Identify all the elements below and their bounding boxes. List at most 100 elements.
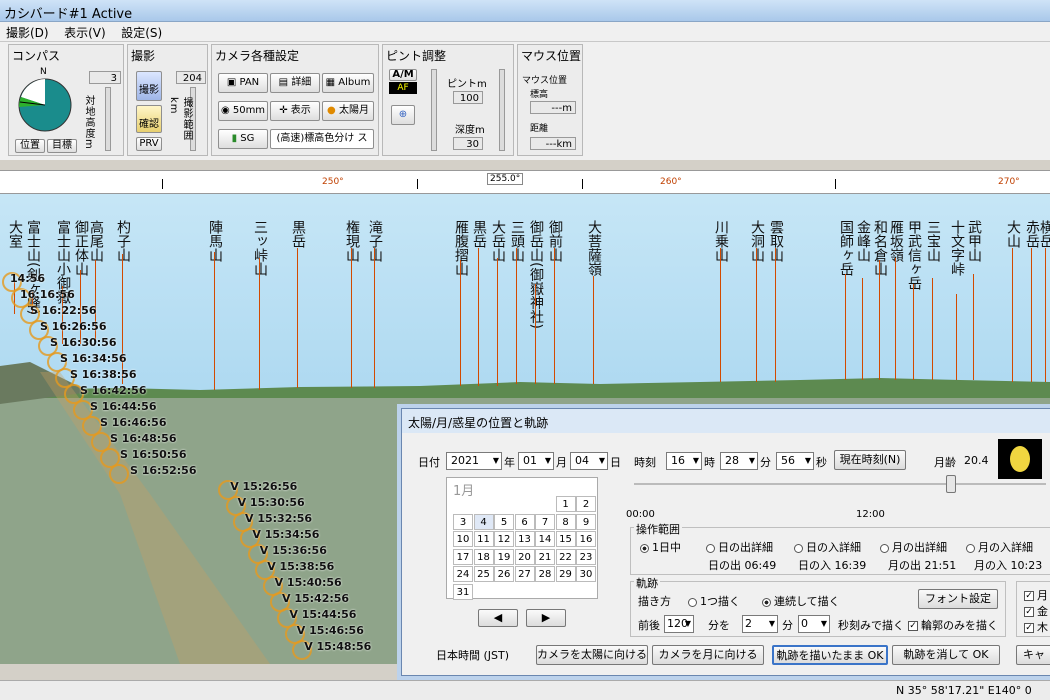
sunmoon-button[interactable]: ● 太陽月 bbox=[322, 101, 374, 121]
day-select[interactable]: 04 bbox=[570, 452, 608, 470]
peak-leader-line bbox=[720, 248, 721, 382]
focus-target-button[interactable]: ⊕ bbox=[391, 105, 415, 125]
check-venus[interactable]: ✓ 金 bbox=[1024, 603, 1048, 619]
calendar-day[interactable]: 13 bbox=[514, 531, 535, 547]
prev-month-button[interactable]: ◀ bbox=[478, 609, 518, 627]
calendar-day[interactable]: 14 bbox=[535, 531, 555, 547]
calendar-day[interactable]: 18 bbox=[473, 548, 494, 565]
pan-icon: ▣ bbox=[226, 77, 240, 88]
calendar-day[interactable]: 11 bbox=[473, 531, 494, 547]
check-moon[interactable]: ✓ 月 bbox=[1024, 587, 1048, 603]
peak-leader-line bbox=[895, 258, 896, 380]
calendar-day[interactable]: 16 bbox=[576, 531, 596, 547]
time-slider-thumb[interactable] bbox=[946, 475, 956, 493]
calendar-day[interactable]: 29 bbox=[555, 566, 576, 582]
ruler-tick bbox=[162, 179, 163, 189]
minute-select[interactable]: 28 bbox=[720, 452, 758, 470]
calendar-day[interactable]: 19 bbox=[494, 548, 514, 565]
interval-minute-input[interactable]: 2 bbox=[742, 615, 778, 633]
sun-icon: ● bbox=[327, 105, 339, 116]
menu-shoot[interactable]: 撮影(D) bbox=[0, 22, 55, 43]
album-button[interactable]: ▦ Album bbox=[322, 73, 374, 93]
calendar-day[interactable]: 12 bbox=[494, 531, 514, 547]
calendar-day[interactable]: 30 bbox=[576, 566, 596, 582]
font-settings-button[interactable]: フォント設定 bbox=[918, 589, 998, 609]
lens-button[interactable]: ◉ 50mm bbox=[218, 101, 268, 121]
focus-value[interactable]: 100 bbox=[453, 91, 483, 104]
calendar-day[interactable]: 26 bbox=[494, 566, 514, 582]
pan-button[interactable]: ▣ PAN bbox=[218, 73, 268, 93]
calendar-day[interactable]: 6 bbox=[514, 513, 535, 530]
peak-label: 陣馬山 bbox=[207, 220, 223, 262]
calendar-day[interactable]: 28 bbox=[535, 566, 555, 582]
camera-to-moon-button[interactable]: カメラを月に向ける bbox=[652, 645, 764, 665]
date-label: 日付 bbox=[418, 456, 440, 469]
calendar-day[interactable]: 4 bbox=[473, 513, 494, 530]
calendar-day[interactable]: 8 bbox=[555, 513, 576, 530]
cancel-button[interactable]: キャ bbox=[1016, 645, 1050, 665]
calendar-day[interactable]: 22 bbox=[555, 548, 576, 565]
calendar-day[interactable]: 27 bbox=[514, 566, 535, 582]
display-button[interactable]: ✛ 表示 bbox=[270, 101, 320, 121]
peak-leader-line bbox=[497, 258, 498, 386]
calendar-day[interactable]: 2 bbox=[576, 496, 596, 512]
range-allday[interactable]: 1日中 bbox=[640, 539, 681, 555]
range-sunrise[interactable]: 日の出詳細 bbox=[706, 539, 773, 555]
calendar-day[interactable]: 21 bbox=[535, 548, 555, 565]
sun-moon-dialog: 太陽/月/惑星の位置と軌跡 日付 2021 年 01 月 04 日 時刻 16 … bbox=[401, 408, 1050, 676]
range-sunset[interactable]: 日の入詳細 bbox=[794, 539, 861, 555]
ok-clear-track-button[interactable]: 軌跡を消して OK bbox=[892, 645, 1000, 665]
render-mode-select[interactable]: (高速)標高色分け ス bbox=[270, 129, 374, 149]
position-button[interactable]: 位置 bbox=[15, 139, 45, 153]
draw-once-option[interactable]: 1つ描く bbox=[688, 593, 740, 609]
depth-slider[interactable] bbox=[499, 69, 505, 151]
calendar-day[interactable]: 7 bbox=[535, 513, 555, 530]
prv-button[interactable]: PRV bbox=[136, 137, 162, 151]
range-moonrise[interactable]: 月の出詳細 bbox=[880, 539, 947, 555]
target-button[interactable]: 目標 bbox=[47, 139, 77, 153]
month-select[interactable]: 01 bbox=[518, 452, 554, 470]
calendar-day[interactable]: 10 bbox=[453, 531, 473, 547]
calendar-day[interactable]: 25 bbox=[473, 566, 494, 582]
time-slider-track[interactable] bbox=[634, 483, 1046, 485]
range-moonset[interactable]: 月の入詳細 bbox=[966, 539, 1033, 555]
check-jupiter[interactable]: ✓ 木 bbox=[1024, 619, 1048, 635]
calendar-day[interactable]: 24 bbox=[453, 566, 473, 582]
focus-slider[interactable] bbox=[431, 69, 437, 151]
peak-label: 川乗山 bbox=[713, 220, 729, 262]
altitude-slider[interactable] bbox=[105, 87, 111, 151]
calendar-day[interactable]: 1 bbox=[555, 496, 576, 512]
calendar-day[interactable]: 23 bbox=[576, 548, 596, 565]
before-after-input[interactable]: 120 bbox=[664, 615, 694, 633]
draw-continuous-option[interactable]: 連続して描く bbox=[762, 593, 840, 609]
camera-to-sun-button[interactable]: カメラを太陽に向ける bbox=[536, 645, 648, 665]
compass-dial-icon[interactable] bbox=[17, 77, 73, 133]
hour-select[interactable]: 16 bbox=[666, 452, 702, 470]
calendar-day[interactable]: 3 bbox=[453, 513, 473, 530]
second-select[interactable]: 56 bbox=[776, 452, 814, 470]
calendar[interactable]: 1月 1 2 3 4 5 6 7 8 9 10 11 12 13 14 15 16 17 18 19 20 21 22 23… bbox=[446, 477, 598, 600]
ok-keep-track-button[interactable]: 軌跡を描いたまま OK bbox=[772, 645, 888, 665]
sun-time-label: V 15:32:56 bbox=[245, 512, 313, 525]
outline-only-option[interactable]: ✓ 輪郭のみを描く bbox=[908, 617, 998, 633]
confirm-button[interactable]: 確認 bbox=[136, 105, 162, 133]
calendar-day[interactable]: 15 bbox=[555, 531, 576, 547]
calendar-day[interactable]: 31 bbox=[453, 583, 473, 600]
sg-button[interactable]: ▮ SG bbox=[218, 129, 268, 149]
detail-button[interactable]: ▤ 詳細 bbox=[270, 73, 320, 93]
year-select[interactable]: 2021 bbox=[446, 452, 502, 470]
calendar-day[interactable]: 20 bbox=[514, 548, 535, 565]
now-button[interactable]: 現在時刻(N) bbox=[834, 450, 906, 470]
shoot-button[interactable]: 撮影 bbox=[136, 71, 162, 101]
calendar-day[interactable]: 17 bbox=[453, 548, 473, 565]
interval-second-input[interactable]: 0 bbox=[798, 615, 830, 633]
hour-unit: 時 bbox=[704, 456, 715, 469]
next-month-button[interactable]: ▶ bbox=[526, 609, 566, 627]
menu-view[interactable]: 表示(V) bbox=[58, 22, 112, 43]
calendar-day[interactable]: 5 bbox=[494, 513, 514, 530]
calendar-month: 1月 bbox=[453, 484, 475, 499]
menu-settings[interactable]: 設定(S) bbox=[115, 22, 168, 43]
calendar-day[interactable]: 9 bbox=[576, 513, 596, 530]
depth-value[interactable]: 30 bbox=[453, 137, 483, 150]
am-button[interactable]: A/M bbox=[389, 69, 417, 81]
